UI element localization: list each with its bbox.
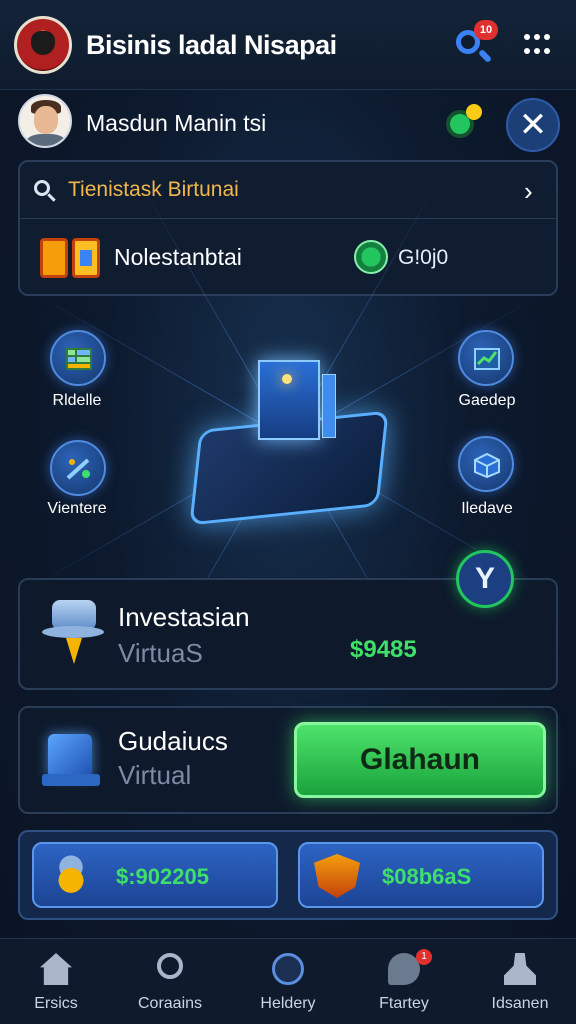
person-icon (504, 953, 536, 985)
check-icon[interactable]: Y (456, 550, 514, 608)
nav-label: Ersics (34, 995, 78, 1012)
primary-action-button[interactable]: Glahaun (294, 722, 546, 798)
more-dots-icon[interactable] (522, 32, 552, 62)
close-icon[interactable]: ✕ (506, 98, 560, 152)
home-icon (40, 953, 72, 985)
app-title: Bisinis ladal Nisapai (86, 30, 337, 60)
cube-stand-icon (42, 728, 102, 790)
cube-shape (48, 734, 92, 778)
chart-glyph (474, 348, 500, 370)
avatar-face (34, 106, 58, 134)
hero-label-3: Vientere (47, 500, 107, 517)
search-icon-handle (477, 48, 493, 64)
coin-dot (466, 104, 482, 120)
casino-chip-logo-icon (14, 16, 72, 74)
user-bar: Masdun Manin tsi (14, 90, 494, 154)
virtual-title: Gudaiucs (118, 726, 228, 756)
reward-value-1: $:902205 (116, 864, 209, 889)
hat-pen-icon (42, 598, 104, 668)
nav-item-chat[interactable]: 1 Ftartey (354, 949, 454, 1019)
hero-label-2: Gaedep (458, 392, 516, 409)
grid-icon[interactable] (50, 330, 106, 386)
reward-button-2[interactable]: $08b6aS (298, 842, 544, 908)
divider (20, 218, 556, 219)
investment-title: Investasian (118, 602, 250, 632)
search-person-icon (157, 953, 183, 979)
investment-subtitle: VirtuaS (118, 638, 203, 668)
search-handle (47, 193, 56, 202)
coin-icon (354, 240, 388, 274)
search-icon (34, 180, 58, 204)
tools-glyph (66, 458, 90, 480)
hero-area: Rldelle Gaedep Vientere Iledave (0, 179, 576, 701)
nav-item-profile[interactable]: Idsanen (470, 949, 570, 1019)
platform-tower (258, 360, 320, 440)
pen-tip (66, 638, 82, 664)
cube-stand (42, 774, 100, 786)
nav-item-search[interactable]: Coraains (120, 949, 220, 1019)
nav-label: Ftartey (379, 995, 429, 1012)
dot (544, 34, 550, 40)
rewards-panel: $:902205 $08b6aS (18, 830, 558, 920)
user-name: Masdun Manin tsi (86, 110, 267, 136)
bottom-nav: Ersics Coraains Heldery 1 Ftartey Idsane… (0, 938, 576, 1024)
nav-label: Heldery (260, 995, 316, 1012)
gold-trophy-icon (48, 854, 94, 898)
top-bar: Bisinis ladal Nisapai 10 (0, 0, 576, 90)
nav-item-home[interactable]: Ersics (6, 949, 106, 1019)
clock-icon (272, 953, 304, 985)
glowing-platform-icon (189, 360, 389, 526)
investment-amount: $9485 (350, 636, 417, 663)
nav-item-history[interactable]: Heldery (238, 949, 338, 1019)
nav-label: Idsanen (491, 995, 549, 1012)
search-row-text[interactable]: Tienistask Birtunai (68, 178, 239, 202)
virtual-subtitle: Virtual (118, 760, 192, 790)
coin-value: G!0j0 (398, 246, 449, 269)
nav-label: Coraains (137, 995, 203, 1012)
wallet-part (40, 238, 68, 278)
cube-glyph (474, 452, 500, 478)
grid-glyph (66, 348, 92, 370)
wallet-icon (40, 238, 100, 278)
dot (544, 48, 550, 54)
cube-icon[interactable] (458, 436, 514, 492)
dot (534, 34, 540, 40)
dot (534, 48, 540, 54)
avatar-body (26, 134, 66, 146)
reward-button-1[interactable]: $:902205 (32, 842, 278, 908)
hero-label-4: Iledave (461, 500, 513, 517)
tools-icon[interactable] (50, 440, 106, 496)
wallet-part (72, 238, 100, 278)
platform-spark (282, 374, 292, 384)
info-card: Tienistask Birtunai › Nolestanbtai G!0j0 (18, 160, 558, 296)
green-coin-icon[interactable] (444, 104, 484, 140)
shield-icon (314, 854, 360, 898)
virtual-card: Gudaiucs Virtual Glahaun (18, 706, 558, 814)
dot (524, 34, 530, 40)
hero-label-1: Rldelle (52, 392, 102, 409)
chart-icon[interactable] (458, 330, 514, 386)
platform-tower-small (322, 374, 336, 438)
chevron-right-icon[interactable]: › (524, 176, 533, 207)
hat-brim (42, 626, 104, 638)
nav-badge: 1 (416, 949, 432, 965)
dot (524, 48, 530, 54)
notification-badge: 10 (474, 20, 498, 40)
user-avatar-icon[interactable] (18, 94, 72, 148)
reward-value-2: $08b6aS (382, 864, 472, 889)
